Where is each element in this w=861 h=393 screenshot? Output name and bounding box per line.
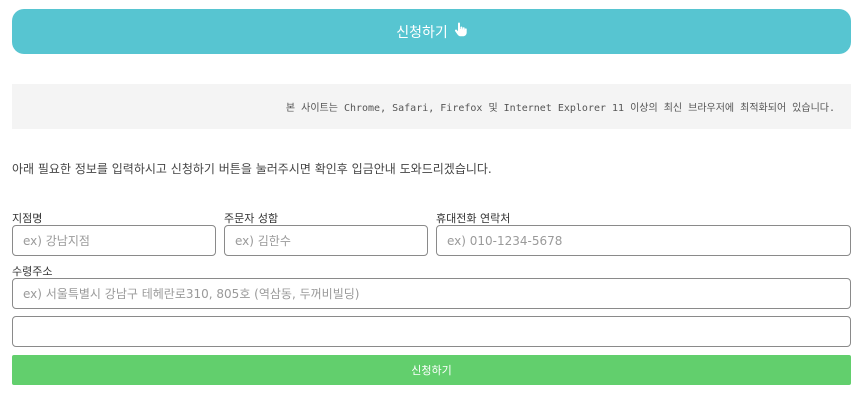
browser-notice: 본 사이트는 Chrome, Safari, Firefox 및 Interne…: [12, 84, 851, 129]
phone-label: 휴대전화 연락처: [436, 212, 511, 225]
hand-pointer-icon: [454, 22, 467, 41]
apply-top-button[interactable]: 신청하기: [12, 9, 851, 54]
phone-input[interactable]: [436, 225, 851, 256]
browser-notice-text: 본 사이트는 Chrome, Safari, Firefox 및 Interne…: [285, 103, 835, 114]
form-intro-text: 아래 필요한 정보를 입력하시고 신청하기 버튼을 눌러주시면 확인후 입금안내…: [12, 162, 492, 176]
submit-button[interactable]: 신청하기: [12, 355, 851, 385]
orderer-name-input[interactable]: [224, 225, 428, 256]
branch-input[interactable]: [12, 225, 216, 256]
apply-top-button-label: 신청하기: [396, 24, 448, 41]
address-label: 수령주소: [12, 265, 53, 278]
address-input[interactable]: [12, 278, 851, 309]
orderer-name-label: 주문자 성함: [224, 212, 279, 225]
address-detail-input[interactable]: [12, 316, 851, 347]
branch-label: 지점명: [12, 212, 43, 225]
